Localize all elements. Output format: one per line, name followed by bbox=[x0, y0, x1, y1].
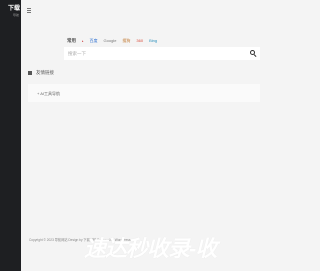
tab-baidu[interactable]: 百度 bbox=[90, 38, 98, 44]
tab-bing[interactable]: Bing bbox=[149, 38, 157, 44]
watermark-text: 速达秒收录-收 bbox=[84, 236, 217, 261]
friend-link-ai-tools[interactable]: + AI工具导航 bbox=[37, 91, 60, 97]
search-input[interactable] bbox=[64, 47, 260, 60]
site-logo[interactable]: 下载 导航 bbox=[0, 6, 21, 17]
friend-links-heading: 友情链接 bbox=[28, 70, 54, 76]
brand-name: 下载 bbox=[7, 6, 20, 12]
brand-subtitle: 导航 bbox=[12, 13, 19, 17]
tab-sogou[interactable]: 搜狗 bbox=[122, 38, 130, 44]
section-title: 友情链接 bbox=[36, 70, 54, 75]
sidebar: 下载 导航 bbox=[0, 0, 21, 271]
tab-common[interactable]: 常用 bbox=[67, 38, 76, 44]
menu-toggle-icon[interactable] bbox=[27, 8, 32, 13]
bookmark-icon bbox=[28, 71, 32, 75]
search-icon[interactable] bbox=[250, 50, 257, 57]
search-box: 常用 ▸ 百度 Google 搜狗 360 Bing bbox=[64, 36, 260, 60]
watermark-logo: 速达秒收录-收 bbox=[84, 234, 260, 264]
tab-360[interactable]: 360 bbox=[136, 38, 143, 44]
active-tab-indicator-icon: ▸ bbox=[82, 39, 84, 43]
top-bar bbox=[21, 0, 260, 22]
tab-google[interactable]: Google bbox=[104, 38, 117, 44]
friend-links-card: + AI工具导航 bbox=[28, 84, 260, 102]
search-engine-tabs: 常用 ▸ 百度 Google 搜狗 360 Bing bbox=[67, 38, 163, 44]
